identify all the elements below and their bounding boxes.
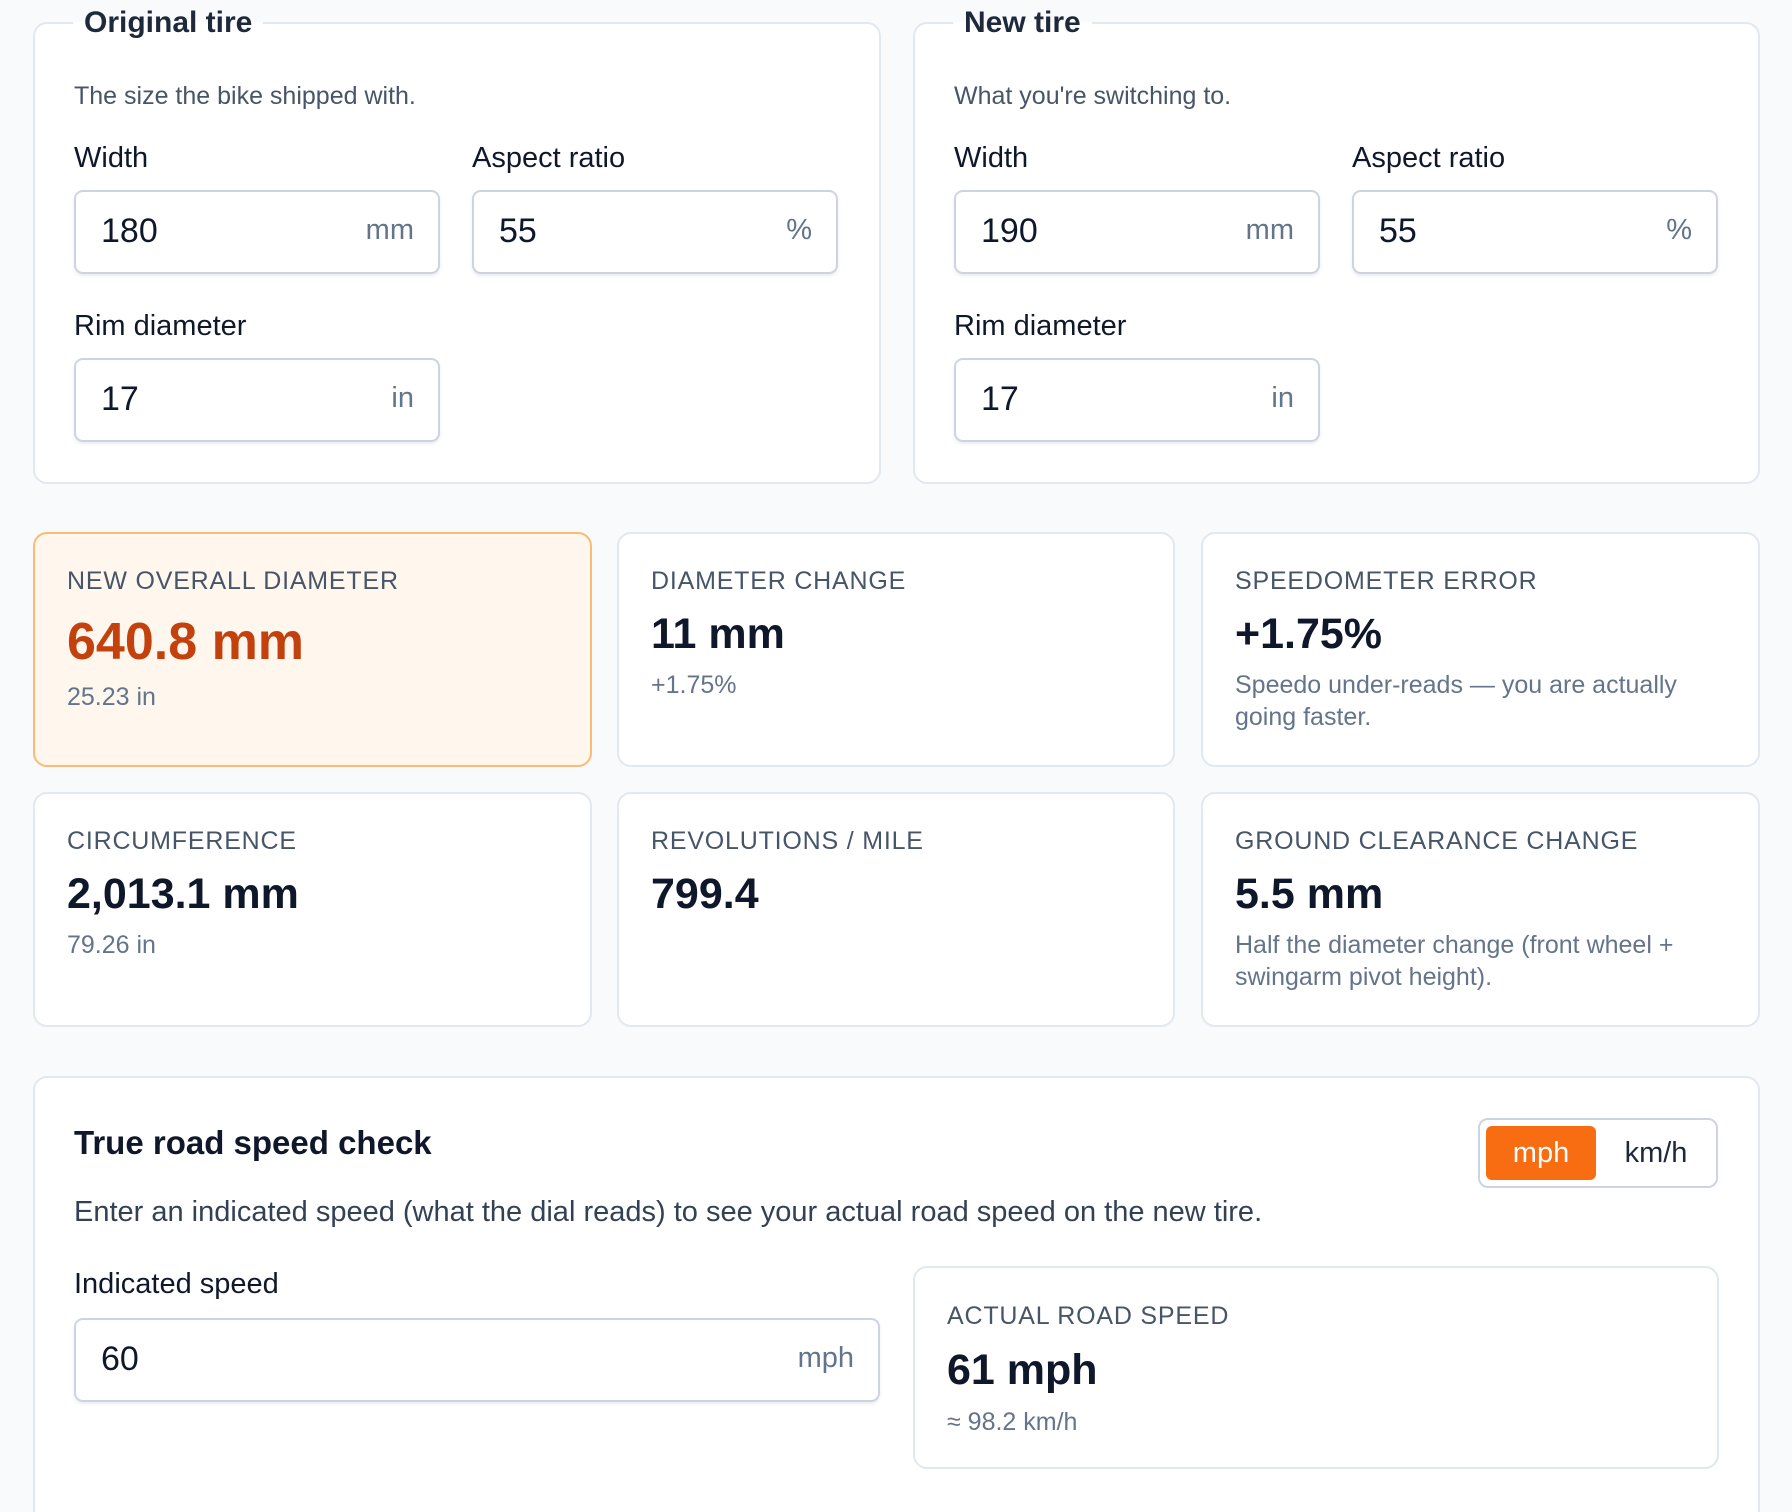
- stat-ground-clearance-change: GROUND CLEARANCE CHANGE 5.5 mm Half the …: [1201, 792, 1760, 1027]
- stat-new-overall-diameter: NEW OVERALL DIAMETER 640.8 mm 25.23 in: [33, 532, 592, 767]
- toggle-kmh-button[interactable]: km/h: [1600, 1126, 1712, 1180]
- original-tire-title: Original tire: [84, 6, 253, 39]
- actual-speed-kmh: ≈ 98.2 km/h: [947, 1408, 1078, 1436]
- original-rim-input[interactable]: 17 in: [74, 358, 440, 442]
- stat-sub: Speedo under-reads — you are actually go…: [1235, 671, 1677, 731]
- indicated-speed-label: Indicated speed: [74, 1268, 279, 1300]
- new-tire-description: What you're switching to.: [954, 82, 1232, 110]
- stat-label: DIAMETER CHANGE: [651, 567, 907, 595]
- stat-value: 2,013.1 mm: [67, 870, 299, 918]
- stat-label: SPEEDOMETER ERROR: [1235, 567, 1538, 595]
- stat-value: 5.5 mm: [1235, 870, 1384, 918]
- original-tire-description: The size the bike shipped with.: [74, 82, 416, 110]
- stat-speedometer-error: SPEEDOMETER ERROR +1.75% Speedo under-re…: [1201, 532, 1760, 767]
- new-aspect-value: 55: [1379, 212, 1417, 250]
- new-rim-input[interactable]: 17 in: [954, 358, 1320, 442]
- new-width-input[interactable]: 190 mm: [954, 190, 1320, 274]
- original-aspect-unit: %: [786, 214, 812, 246]
- stat-label: NEW OVERALL DIAMETER: [67, 567, 399, 595]
- new-aspect-label: Aspect ratio: [1352, 142, 1506, 174]
- new-aspect-input[interactable]: 55 %: [1352, 190, 1718, 274]
- new-rim-unit: in: [1271, 382, 1294, 414]
- actual-speed-value: 61 mph: [947, 1346, 1098, 1394]
- original-width-unit: mm: [365, 214, 414, 246]
- speed-check-description: Enter an indicated speed (what the dial …: [74, 1196, 1263, 1228]
- new-rim-label: Rim diameter: [954, 310, 1127, 342]
- speed-check-title: True road speed check: [74, 1124, 432, 1161]
- unit-toggle: mph km/h: [1478, 1118, 1718, 1188]
- new-width-value: 190: [981, 212, 1038, 250]
- original-width-label: Width: [74, 142, 149, 174]
- stat-label: REVOLUTIONS / MILE: [651, 827, 924, 855]
- indicated-speed-value: 60: [101, 1340, 139, 1378]
- stat-circumference: CIRCUMFERENCE 2,013.1 mm 79.26 in: [33, 792, 592, 1027]
- original-rim-label: Rim diameter: [74, 310, 247, 342]
- actual-speed-label: ACTUAL ROAD SPEED: [947, 1302, 1230, 1330]
- original-aspect-input[interactable]: 55 %: [472, 190, 838, 274]
- indicated-speed-unit: mph: [797, 1342, 854, 1374]
- new-rim-value: 17: [981, 380, 1019, 418]
- actual-road-speed-card: ACTUAL ROAD SPEED 61 mph ≈ 98.2 km/h: [913, 1266, 1719, 1469]
- new-width-unit: mm: [1245, 214, 1294, 246]
- original-aspect-value: 55: [499, 212, 537, 250]
- original-rim-unit: in: [391, 382, 414, 414]
- stat-sub: Half the diameter change (front wheel + …: [1235, 931, 1674, 991]
- stat-label: CIRCUMFERENCE: [67, 827, 297, 855]
- original-width-value: 180: [101, 212, 158, 250]
- stat-label: GROUND CLEARANCE CHANGE: [1235, 827, 1639, 855]
- new-aspect-unit: %: [1666, 214, 1692, 246]
- stat-value: 11 mm: [651, 610, 785, 658]
- toggle-mph-button[interactable]: mph: [1486, 1126, 1596, 1180]
- new-tire-title: New tire: [964, 6, 1081, 39]
- indicated-speed-input[interactable]: 60 mph: [74, 1318, 880, 1402]
- stat-diameter-change: DIAMETER CHANGE 11 mm +1.75%: [617, 532, 1175, 767]
- stat-sub: +1.75%: [651, 671, 737, 699]
- original-rim-value: 17: [101, 380, 139, 418]
- stat-sub: 79.26 in: [67, 931, 156, 959]
- original-aspect-label: Aspect ratio: [472, 142, 626, 174]
- stat-value: 799.4: [651, 870, 759, 918]
- stat-revolutions-per-mile: REVOLUTIONS / MILE 799.4: [617, 792, 1175, 1027]
- new-width-label: Width: [954, 142, 1029, 174]
- stat-value: +1.75%: [1235, 610, 1383, 658]
- original-width-input[interactable]: 180 mm: [74, 190, 440, 274]
- stat-value: 640.8 mm: [67, 613, 305, 671]
- stat-sub: 25.23 in: [67, 683, 156, 711]
